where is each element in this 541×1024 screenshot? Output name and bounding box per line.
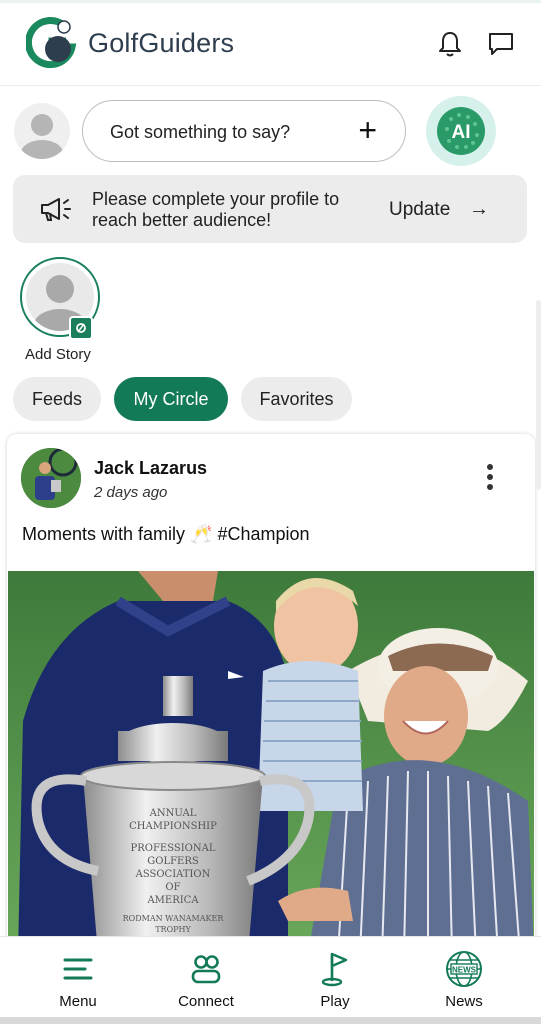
add-story-label: Add Story (25, 346, 91, 363)
tab-favorites[interactable]: Favorites (241, 377, 352, 421)
people-icon (186, 949, 226, 989)
nav-play[interactable]: Play (280, 937, 390, 1017)
brand-name: GolfGuiders (88, 28, 235, 58)
golf-flag-icon (315, 949, 355, 989)
svg-text:RODMAN WANAMAKER: RODMAN WANAMAKER (123, 914, 225, 923)
ai-assistant-button[interactable]: AI (426, 96, 496, 166)
svg-text:NEWS: NEWS (452, 966, 477, 975)
compose-placeholder: Got something to say? (110, 122, 291, 142)
bottom-navigation: Menu Connect Play NEWS News (0, 936, 541, 1024)
arrow-right-icon[interactable]: → (469, 199, 489, 219)
trophy-engraving-line1: ANNUAL (149, 808, 197, 819)
golfguiders-logo-icon[interactable] (24, 17, 78, 69)
ai-label: AI (452, 122, 471, 143)
compose-post-input[interactable]: Got something to say? + (82, 100, 406, 162)
app-header: GolfGuiders (0, 0, 541, 86)
add-story-button[interactable] (20, 257, 100, 340)
post-card: Jack Lazarus 2 days ago Moments with fam… (7, 434, 535, 954)
more-options-icon[interactable] (483, 464, 497, 494)
chat-bubble-icon[interactable] (484, 27, 518, 61)
nav-news[interactable]: NEWS News (409, 937, 519, 1017)
svg-text:CHAMPIONSHIP: CHAMPIONSHIP (129, 821, 217, 832)
nav-menu[interactable]: Menu (23, 937, 133, 1017)
nav-connect-label: Connect (178, 993, 234, 1010)
post-author[interactable]: Jack Lazarus (94, 458, 207, 479)
composer-row: Got something to say? + AI (0, 96, 541, 168)
update-profile-link[interactable]: Update (389, 199, 450, 221)
post-image[interactable]: ANNUAL CHAMPIONSHIP PROFESSIONAL GOLFERS… (8, 571, 534, 954)
user-avatar[interactable] (14, 103, 70, 159)
nav-connect[interactable]: Connect (151, 937, 261, 1017)
bell-icon[interactable] (433, 27, 467, 61)
camera-icon (69, 316, 93, 340)
megaphone-icon (39, 195, 73, 228)
nav-menu-label: Menu (59, 993, 97, 1010)
nav-play-label: Play (320, 993, 350, 1010)
author-avatar[interactable] (21, 448, 81, 508)
svg-text:GOLFERS: GOLFERS (147, 856, 199, 867)
plus-icon[interactable]: + (358, 113, 377, 147)
tab-feeds[interactable]: Feeds (13, 377, 101, 421)
svg-text:ASSOCIATION: ASSOCIATION (135, 869, 211, 880)
banner-message: Please complete your profile to reach be… (92, 189, 340, 230)
scroll-indicator[interactable] (536, 300, 541, 490)
svg-text:TROPHY: TROPHY (155, 925, 191, 934)
post-text: Moments with family 🥂 #Champion (22, 524, 310, 544)
svg-text:AMERICA: AMERICA (146, 895, 199, 906)
system-home-bar (0, 1017, 541, 1024)
news-globe-icon: NEWS (444, 949, 484, 989)
svg-text:OF: OF (165, 882, 180, 893)
tab-my-circle[interactable]: My Circle (114, 377, 228, 421)
svg-text:PROFESSIONAL: PROFESSIONAL (131, 843, 216, 854)
complete-profile-banner: Please complete your profile to reach be… (13, 175, 527, 243)
nav-news-label: News (445, 993, 483, 1010)
menu-icon (58, 949, 98, 989)
post-timestamp: 2 days ago (94, 484, 168, 501)
